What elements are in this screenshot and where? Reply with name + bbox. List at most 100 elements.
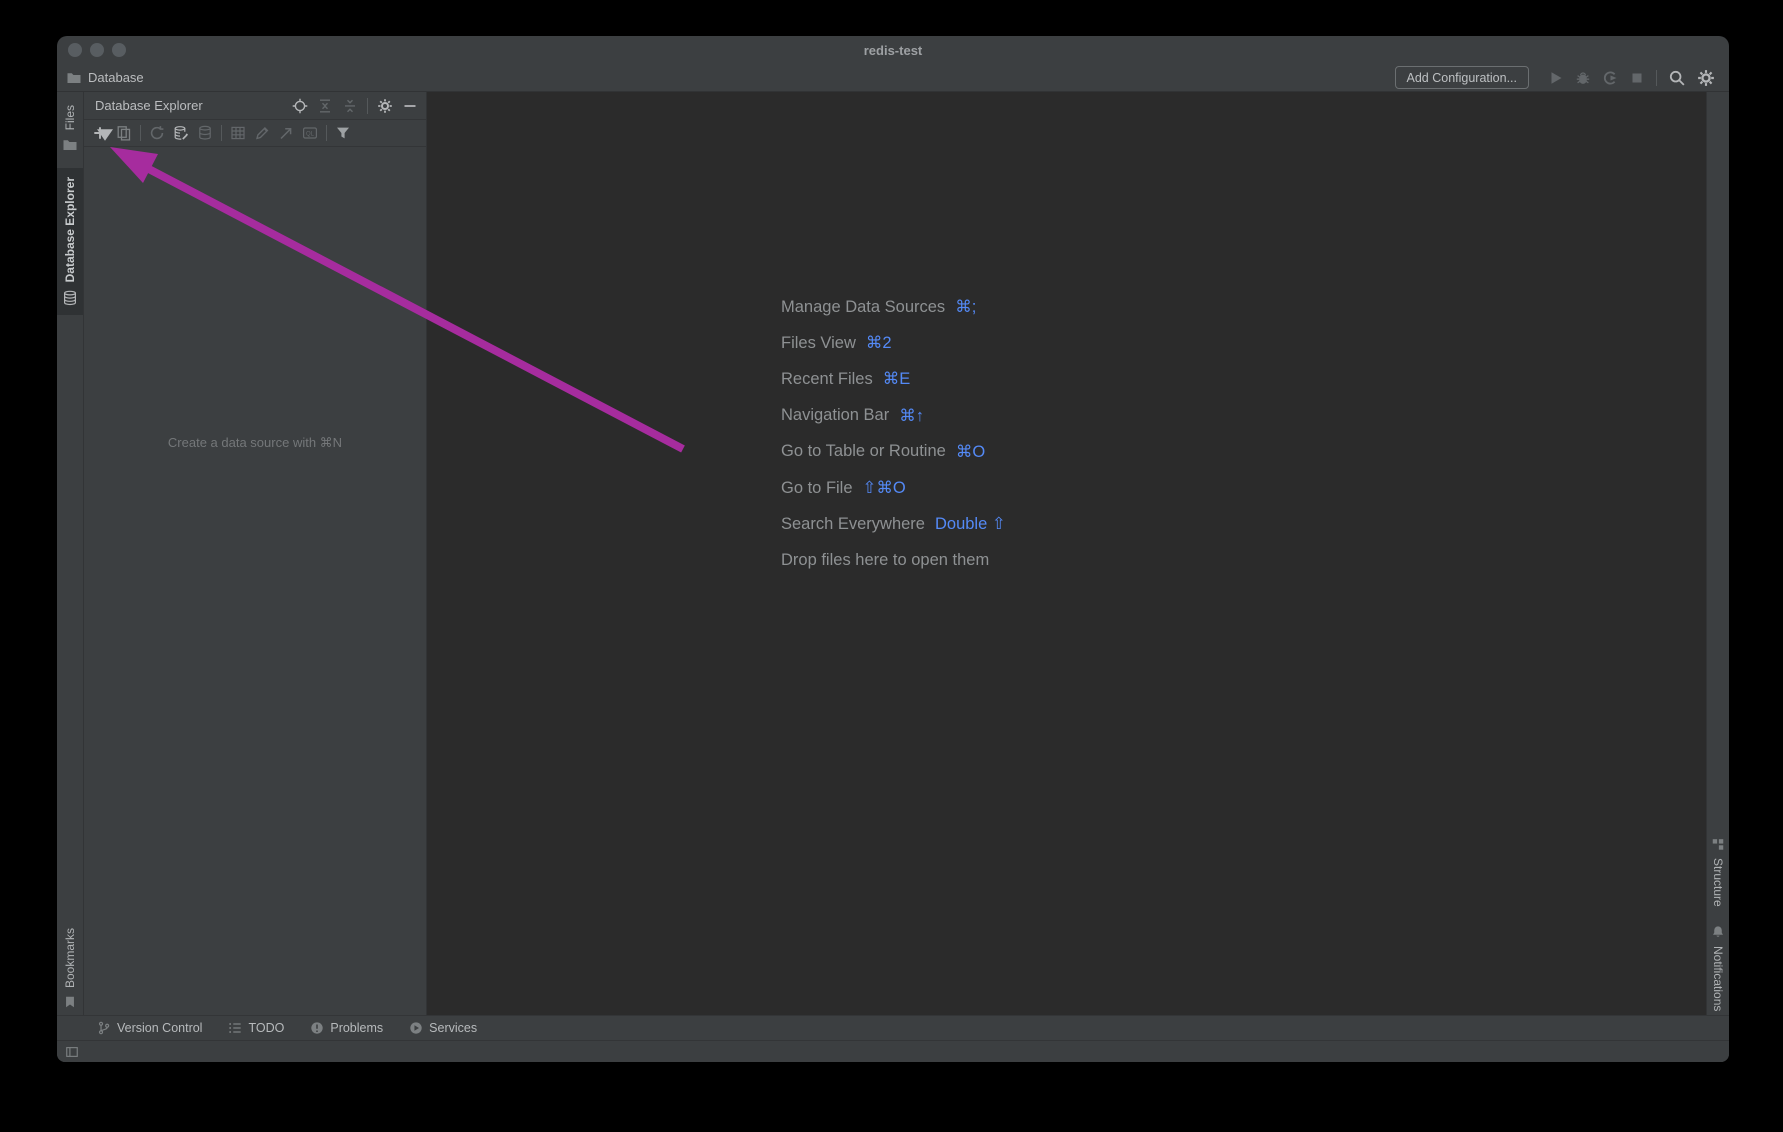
shortcut-label: Files View	[781, 334, 856, 353]
main-area: Files Database Explorer Book	[57, 92, 1729, 1015]
toolwindow-services[interactable]: Services	[409, 1021, 477, 1035]
problems-icon	[310, 1021, 324, 1035]
edit-icon[interactable]	[254, 125, 270, 141]
toolwindow-label: Services	[429, 1021, 477, 1035]
shortcut-keys: ⌘E	[883, 369, 911, 389]
stop-icon[interactable]	[1629, 70, 1645, 86]
title-bar: redis-test	[57, 36, 1729, 64]
left-tool-stripe: Files Database Explorer Book	[57, 92, 84, 1015]
shortcut-label: Go to Table or Routine	[781, 442, 946, 461]
run-icon[interactable]	[1548, 70, 1564, 86]
shortcut-row: Manage Data Sources ⌘;	[781, 289, 1006, 325]
shortcut-row: Recent Files ⌘E	[781, 361, 1006, 397]
shortcut-keys: ⌘↑	[899, 406, 924, 426]
panel-body: Create a data source with ⌘N	[84, 147, 426, 1015]
panel-header: Database Explorer	[84, 92, 426, 120]
toolwindow-version-control[interactable]: Version Control	[97, 1021, 202, 1035]
shortcut-hints: Manage Data Sources ⌘; Files View ⌘2 Rec…	[781, 289, 1006, 579]
navigation-bar: Database Add Configuration...	[57, 64, 1729, 92]
right-tool-stripe: Structure Notifications	[1706, 92, 1729, 1015]
breadcrumb-label: Database	[88, 70, 144, 85]
folder-icon	[66, 70, 82, 86]
toolwindow-label: Version Control	[117, 1021, 202, 1035]
profile-icon[interactable]	[1602, 70, 1618, 86]
todo-list-icon	[228, 1021, 242, 1035]
shortcut-label: Manage Data Sources	[781, 298, 945, 317]
bell-icon	[1711, 925, 1725, 939]
notifications-tab-label: Notifications	[1711, 946, 1725, 1011]
tool-window-bar: Version Control TODO Problems	[57, 1015, 1729, 1040]
window-title: redis-test	[57, 36, 1729, 64]
shortcut-label: Drop files here to open them	[781, 551, 989, 570]
settings-icon[interactable]	[1697, 69, 1715, 87]
database-explorer-panel: Database Explorer	[84, 92, 427, 1015]
database-explorer-tab-label: Database Explorer	[63, 177, 77, 282]
shortcut-label: Search Everywhere	[781, 515, 925, 534]
stripe-tab-notifications[interactable]: Notifications	[1707, 916, 1729, 1015]
run-controls: Add Configuration...	[1395, 66, 1716, 89]
shortcut-label: Navigation Bar	[781, 406, 889, 425]
toolwindow-label: Problems	[330, 1021, 383, 1035]
locate-icon[interactable]	[292, 98, 308, 114]
shortcut-label: Go to File	[781, 479, 853, 498]
panel-toolbar: QL	[84, 120, 426, 147]
shortcut-keys: ⌘2	[866, 333, 892, 353]
shortcut-row: Go to File ⇧⌘O	[781, 470, 1006, 506]
data-source-properties-icon[interactable]	[173, 125, 189, 141]
files-tab-label: Files	[63, 105, 77, 130]
new-data-source-button[interactable]	[92, 125, 108, 141]
shortcut-keys: ⇧⌘O	[863, 478, 906, 498]
shortcut-row: Drop files here to open them	[781, 542, 1006, 578]
folder-icon	[62, 137, 78, 153]
expand-all-icon[interactable]	[317, 98, 333, 114]
panel-title: Database Explorer	[95, 98, 203, 113]
toolwindow-todo[interactable]: TODO	[228, 1021, 284, 1035]
toolwindow-label: TODO	[248, 1021, 284, 1035]
duplicate-icon[interactable]	[116, 125, 132, 141]
database-icon	[62, 290, 78, 306]
stripe-tab-bookmarks[interactable]: Bookmarks	[57, 919, 83, 1015]
shortcut-keys: Double ⇧	[935, 514, 1006, 534]
toolbar-separator	[1656, 70, 1657, 86]
tool-window-switcher-icon[interactable]	[65, 1045, 79, 1059]
structure-icon	[1711, 837, 1725, 851]
search-icon[interactable]	[1668, 69, 1686, 87]
services-icon	[409, 1021, 423, 1035]
add-configuration-button[interactable]: Add Configuration...	[1395, 66, 1530, 89]
breadcrumb[interactable]: Database	[66, 70, 144, 86]
query-console-icon[interactable]: QL	[302, 125, 318, 141]
stripe-tab-structure[interactable]: Structure	[1707, 828, 1729, 916]
empty-panel-hint: Create a data source with ⌘N	[84, 435, 426, 451]
table-icon[interactable]	[230, 125, 246, 141]
shortcut-keys: ⌘O	[956, 442, 985, 462]
shortcut-row: Go to Table or Routine ⌘O	[781, 434, 1006, 470]
shortcut-row: Files View ⌘2	[781, 325, 1006, 361]
shortcut-row: Search Everywhere Double ⇧	[781, 506, 1006, 542]
toolwindow-problems[interactable]: Problems	[310, 1021, 383, 1035]
git-branch-icon	[97, 1021, 111, 1035]
collapse-all-icon[interactable]	[342, 98, 358, 114]
toolbar-separator	[367, 98, 368, 114]
toolbar-separator	[326, 125, 327, 141]
status-bar	[57, 1040, 1729, 1062]
refresh-icon[interactable]	[149, 125, 165, 141]
ql-badge: QL	[306, 132, 315, 138]
gear-icon[interactable]	[377, 98, 393, 114]
shortcut-row: Navigation Bar ⌘↑	[781, 398, 1006, 434]
debug-icon[interactable]	[1575, 70, 1591, 86]
toolbar-separator	[221, 125, 222, 141]
bookmark-icon	[63, 995, 77, 1009]
stripe-tab-files[interactable]: Files	[57, 96, 83, 162]
structure-tab-label: Structure	[1711, 858, 1725, 907]
bookmarks-tab-label: Bookmarks	[63, 928, 77, 988]
jump-to-console-icon[interactable]	[278, 125, 294, 141]
editor-area[interactable]: Manage Data Sources ⌘; Files View ⌘2 Rec…	[427, 92, 1706, 1015]
shortcut-keys: ⌘;	[955, 297, 976, 317]
ide-window: redis-test Database Add Configuration...	[57, 36, 1729, 1062]
filter-icon[interactable]	[335, 125, 351, 141]
hide-panel-icon[interactable]	[402, 98, 418, 114]
shortcut-label: Recent Files	[781, 370, 873, 389]
stripe-tab-database-explorer[interactable]: Database Explorer	[57, 168, 83, 314]
toolbar-separator	[140, 125, 141, 141]
database-objects-icon[interactable]	[197, 125, 213, 141]
